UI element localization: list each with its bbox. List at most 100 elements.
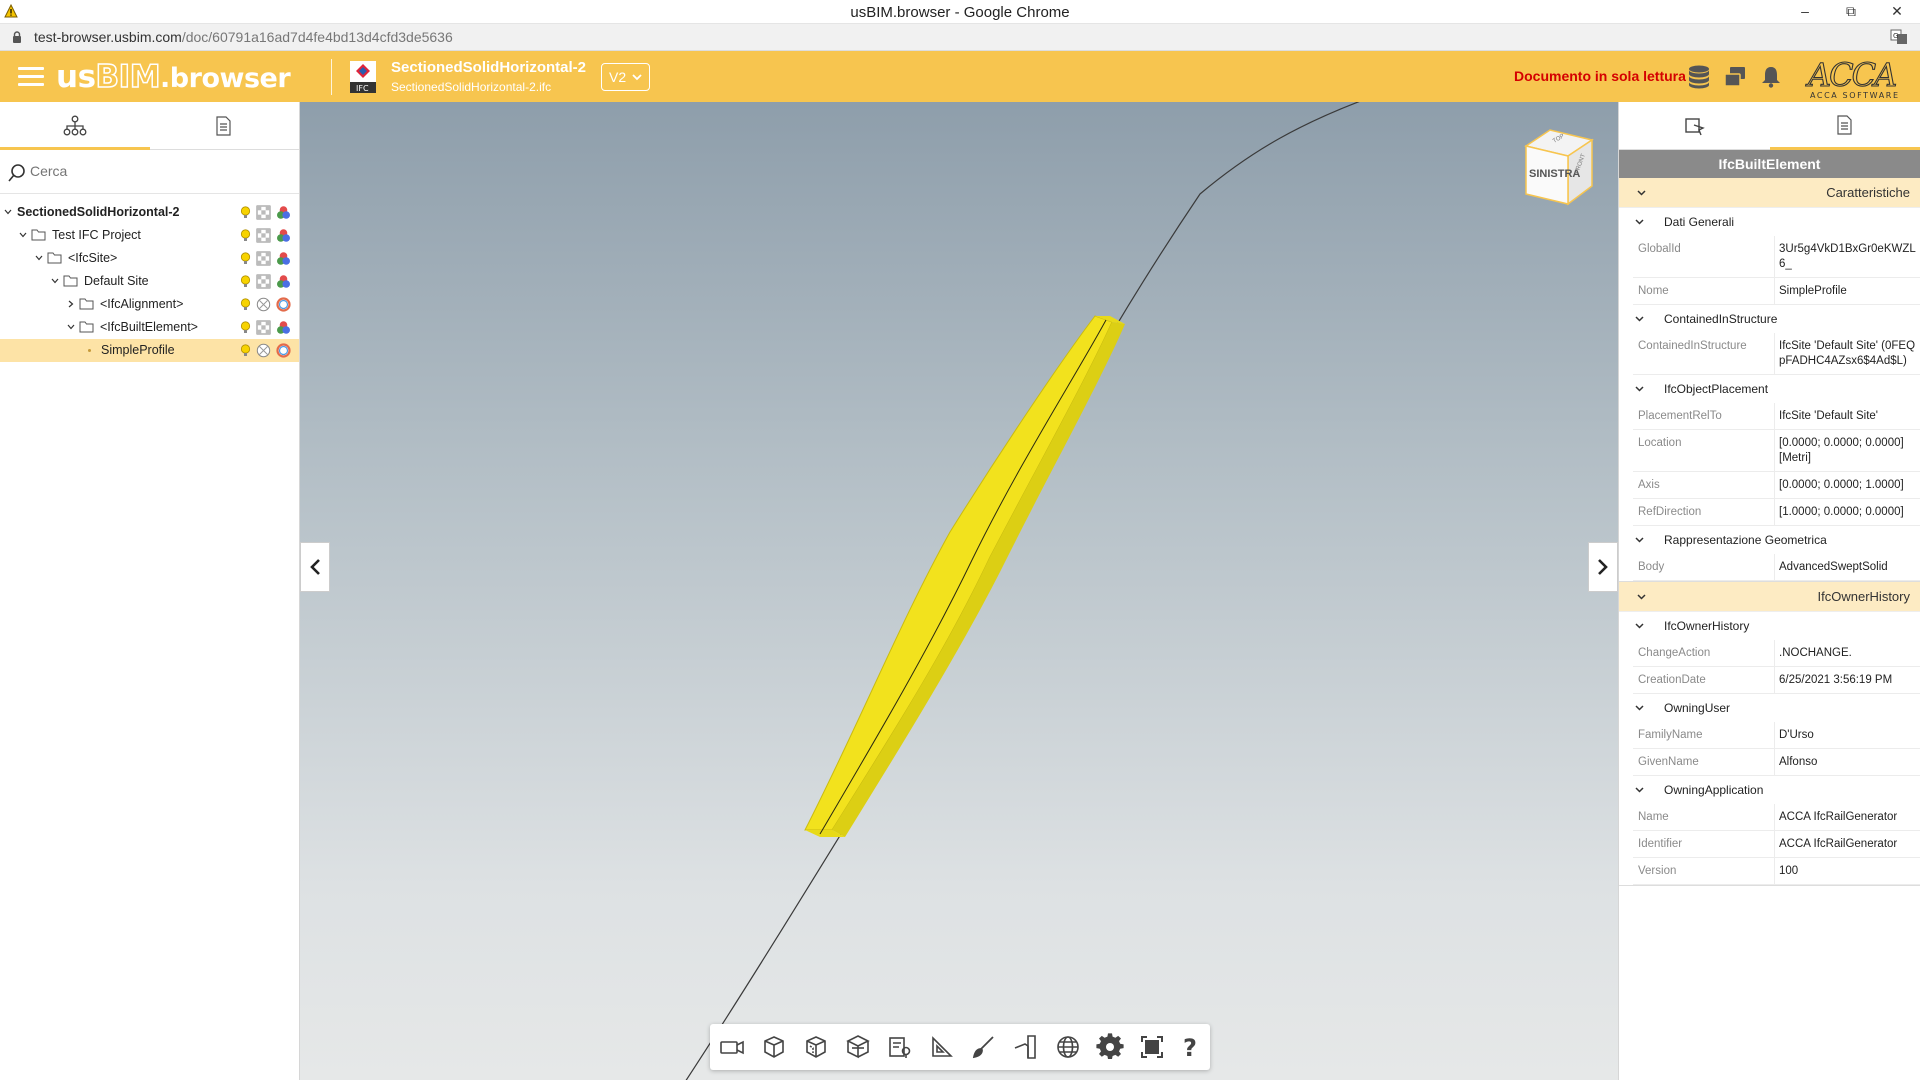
- model-canvas[interactable]: [300, 102, 1618, 1080]
- transparency-icon[interactable]: [256, 228, 271, 243]
- chevron-down-icon[interactable]: [51, 277, 59, 285]
- group-label: ContainedInStructure: [1664, 312, 1778, 326]
- group-dati-generali[interactable]: Dati Generali: [1619, 208, 1920, 236]
- prop-key: Axis: [1633, 472, 1775, 498]
- properties-title: IfcBuiltElement: [1619, 150, 1920, 178]
- color-icon[interactable]: [276, 205, 291, 220]
- group-owning-application[interactable]: OwningApplication: [1619, 776, 1920, 804]
- tree-row[interactable]: Test IFC Project: [0, 224, 299, 247]
- chevron-down-icon[interactable]: [35, 254, 43, 262]
- color-off-icon[interactable]: [276, 343, 291, 358]
- transparency-icon[interactable]: [256, 251, 271, 266]
- transparency-icon[interactable]: [256, 205, 271, 220]
- prop-key: Body: [1633, 554, 1775, 580]
- tree-row[interactable]: Default Site: [0, 270, 299, 293]
- restore-button[interactable]: ⧉: [1828, 0, 1874, 24]
- section-owner-history[interactable]: IfcOwnerHistory: [1619, 582, 1920, 612]
- transparency-off-icon[interactable]: [256, 343, 271, 358]
- collapse-left-panel-button[interactable]: [300, 542, 330, 592]
- prop-row: CreationDate 6/25/2021 3:56:19 PM: [1633, 667, 1920, 694]
- color-icon[interactable]: [276, 320, 291, 335]
- transparency-off-icon[interactable]: [256, 297, 271, 312]
- prop-value: [1.0000; 0.0000; 0.0000]: [1779, 506, 1904, 518]
- chevron-down-icon[interactable]: [19, 231, 27, 239]
- group-label: Dati Generali: [1664, 215, 1735, 229]
- group-label: OwningUser: [1664, 701, 1731, 715]
- document-filename: SectionedSolidHorizontal-2.ifc: [391, 80, 552, 94]
- lightbulb-icon[interactable]: [238, 297, 253, 312]
- globe-icon[interactable]: [1053, 1032, 1083, 1062]
- group-owning-user[interactable]: OwningUser: [1619, 694, 1920, 722]
- tree-label: <IfcSite>: [68, 251, 118, 265]
- chevron-right-icon[interactable]: [67, 300, 75, 308]
- fullscreen-icon[interactable]: [1137, 1032, 1167, 1062]
- clipping-plane-icon[interactable]: [1011, 1032, 1041, 1062]
- lightbulb-icon[interactable]: [238, 274, 253, 289]
- tree-row[interactable]: <IfcAlignment>: [0, 293, 299, 316]
- lightbulb-icon[interactable]: [238, 205, 253, 220]
- prop-key: Name: [1633, 804, 1775, 830]
- help-icon[interactable]: ?: [1175, 1032, 1205, 1062]
- viewcube-face-label: SINISTRA: [1529, 168, 1580, 180]
- tab-structure[interactable]: [0, 102, 150, 150]
- version-dropdown[interactable]: V2: [601, 63, 650, 91]
- tree-row[interactable]: SectionedSolidHorizontal-2: [0, 201, 299, 224]
- color-off-icon[interactable]: [276, 297, 291, 312]
- collapse-right-panel-button[interactable]: [1588, 542, 1618, 592]
- tree-row[interactable]: <IfcBuiltElement>: [0, 316, 299, 339]
- transparency-icon[interactable]: [256, 274, 271, 289]
- prop-value: 6/25/2021 3:56:19 PM: [1779, 674, 1893, 686]
- group-contained[interactable]: ContainedInStructure: [1619, 305, 1920, 333]
- lightbulb-icon[interactable]: [238, 343, 253, 358]
- chevron-down-icon: [1635, 219, 1644, 225]
- address-bar[interactable]: test-browser.usbim.com/doc/60791a16ad7d4…: [0, 24, 1920, 51]
- prop-row: ContainedInStructure IfcSite 'Default Sit…: [1633, 333, 1920, 375]
- prop-row: ChangeAction .NOCHANGE.: [1633, 640, 1920, 667]
- group-rappresentazione[interactable]: Rappresentazione Geometrica: [1619, 526, 1920, 554]
- settings-gear-icon[interactable]: [1095, 1032, 1125, 1062]
- 3d-viewer[interactable]: SINISTRA TOP FRONT ?: [300, 102, 1618, 1080]
- translate-icon[interactable]: G: [1890, 29, 1908, 45]
- tree-row-selected[interactable]: SimpleProfile: [0, 339, 299, 362]
- bell-icon[interactable]: [1758, 64, 1784, 90]
- prop-key: Location: [1633, 430, 1775, 471]
- tab-documents[interactable]: [150, 102, 300, 150]
- color-icon[interactable]: [276, 251, 291, 266]
- close-button[interactable]: ✕: [1874, 0, 1920, 24]
- tab-properties[interactable]: [1770, 102, 1920, 150]
- brush-icon[interactable]: [969, 1032, 999, 1062]
- lightbulb-icon[interactable]: [238, 320, 253, 335]
- cube-icon[interactable]: [759, 1032, 789, 1062]
- section-caratteristiche[interactable]: Caratteristiche: [1619, 178, 1920, 208]
- lightbulb-icon[interactable]: [238, 228, 253, 243]
- tab-selection[interactable]: [1619, 102, 1770, 150]
- group-owner-history[interactable]: IfcOwnerHistory: [1619, 612, 1920, 640]
- tree-row[interactable]: <IfcSite>: [0, 247, 299, 270]
- transparency-icon[interactable]: [256, 320, 271, 335]
- view-cube[interactable]: SINISTRA TOP FRONT: [1520, 126, 1598, 206]
- minimize-button[interactable]: –: [1782, 0, 1828, 24]
- hamburger-menu-icon[interactable]: [18, 67, 44, 87]
- explode-icon[interactable]: [843, 1032, 873, 1062]
- lightbulb-icon[interactable]: [238, 251, 253, 266]
- color-icon[interactable]: [276, 274, 291, 289]
- measure-icon[interactable]: [927, 1032, 957, 1062]
- folder-icon: [79, 298, 94, 310]
- prop-row: Nome SimpleProfile: [1633, 278, 1920, 305]
- chevron-down-icon[interactable]: [4, 208, 12, 216]
- prop-key: ChangeAction: [1633, 640, 1775, 666]
- prop-key: CreationDate: [1633, 667, 1775, 693]
- annotation-icon[interactable]: [885, 1032, 915, 1062]
- section-box-icon[interactable]: [801, 1032, 831, 1062]
- group-label: IfcOwnerHistory: [1664, 619, 1750, 633]
- database-icon[interactable]: [1686, 64, 1712, 90]
- search-input[interactable]: [30, 160, 280, 182]
- camera-icon[interactable]: [717, 1032, 747, 1062]
- color-icon[interactable]: [276, 228, 291, 243]
- chevron-down-icon: [1635, 623, 1644, 629]
- share-icon[interactable]: [1722, 64, 1748, 90]
- group-placement[interactable]: IfcObjectPlacement: [1619, 375, 1920, 403]
- url-text[interactable]: test-browser.usbim.com/doc/60791a16ad7d4…: [34, 29, 453, 45]
- simple-profile-solid[interactable]: [804, 315, 1125, 837]
- chevron-down-icon[interactable]: [67, 323, 75, 331]
